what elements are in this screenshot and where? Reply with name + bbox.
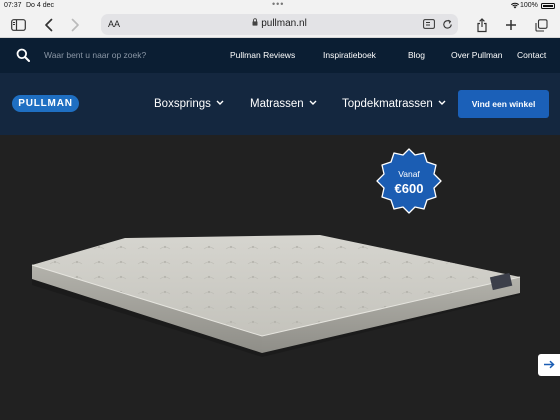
menu-label: Boxsprings — [154, 98, 211, 110]
reload-icon[interactable] — [440, 16, 454, 32]
chevron-down-icon — [438, 96, 446, 108]
site-main-nav: PULLMAN Boxsprings Matrassen Topdekmatra… — [0, 73, 560, 135]
battery-icon — [541, 3, 555, 9]
search-icon[interactable] — [16, 48, 30, 67]
menu-label: Topdekmatrassen — [342, 98, 433, 110]
wifi-icon — [511, 2, 519, 11]
chevron-down-icon — [309, 96, 317, 108]
menu-matrassen[interactable]: Matrassen — [250, 96, 317, 110]
link-contact[interactable]: Contact — [517, 50, 546, 60]
search-input[interactable]: Waar bent u naar op zoek? — [44, 50, 146, 60]
hero-section: Vanaf €600 — [0, 135, 560, 420]
ios-status-bar: 07:37 Do 4 dec ••• 100% — [0, 0, 560, 12]
badge-label: Vanaf — [398, 169, 420, 179]
lock-icon — [252, 18, 258, 29]
pullman-logo[interactable]: PULLMAN — [12, 95, 79, 112]
multitasking-dots-icon[interactable]: ••• — [272, 0, 284, 9]
link-inspiratieboek[interactable]: Inspiratieboek — [323, 50, 376, 60]
tabs-icon[interactable] — [532, 16, 550, 34]
url-display[interactable]: pullman.nl — [101, 18, 458, 29]
status-time: 07:37 — [4, 2, 22, 9]
badge-price: €600 — [394, 181, 424, 196]
link-over-pullman[interactable]: Over Pullman — [451, 50, 503, 60]
next-slide-button[interactable] — [538, 354, 560, 376]
find-store-button[interactable]: Vind een winkel — [458, 90, 549, 118]
reader-icon[interactable] — [422, 16, 436, 32]
sidebar-icon[interactable] — [9, 16, 27, 34]
address-bar[interactable]: AA pullman.nl — [101, 14, 458, 35]
share-icon[interactable] — [473, 16, 491, 34]
link-blog[interactable]: Blog — [408, 50, 425, 60]
menu-topdekmatrassen[interactable]: Topdekmatrassen — [342, 96, 446, 110]
url-text: pullman.nl — [261, 18, 307, 29]
status-date: Do 4 dec — [26, 2, 55, 9]
back-icon[interactable] — [40, 16, 58, 34]
mattress-topper-image — [31, 235, 521, 357]
new-tab-icon[interactable] — [502, 16, 520, 34]
price-badge: Vanaf €600 — [374, 146, 444, 216]
menu-boxsprings[interactable]: Boxsprings — [154, 96, 224, 110]
forward-icon[interactable] — [66, 16, 84, 34]
link-pullman-reviews[interactable]: Pullman Reviews — [230, 50, 295, 60]
chevron-down-icon — [216, 96, 224, 108]
site-top-nav: Waar bent u naar op zoek? Pullman Review… — [0, 38, 560, 73]
battery-percentage: 100% — [520, 2, 538, 9]
menu-label: Matrassen — [250, 98, 304, 110]
arrow-right-icon — [543, 356, 555, 374]
browser-toolbar: AA pullman.nl — [0, 12, 560, 38]
